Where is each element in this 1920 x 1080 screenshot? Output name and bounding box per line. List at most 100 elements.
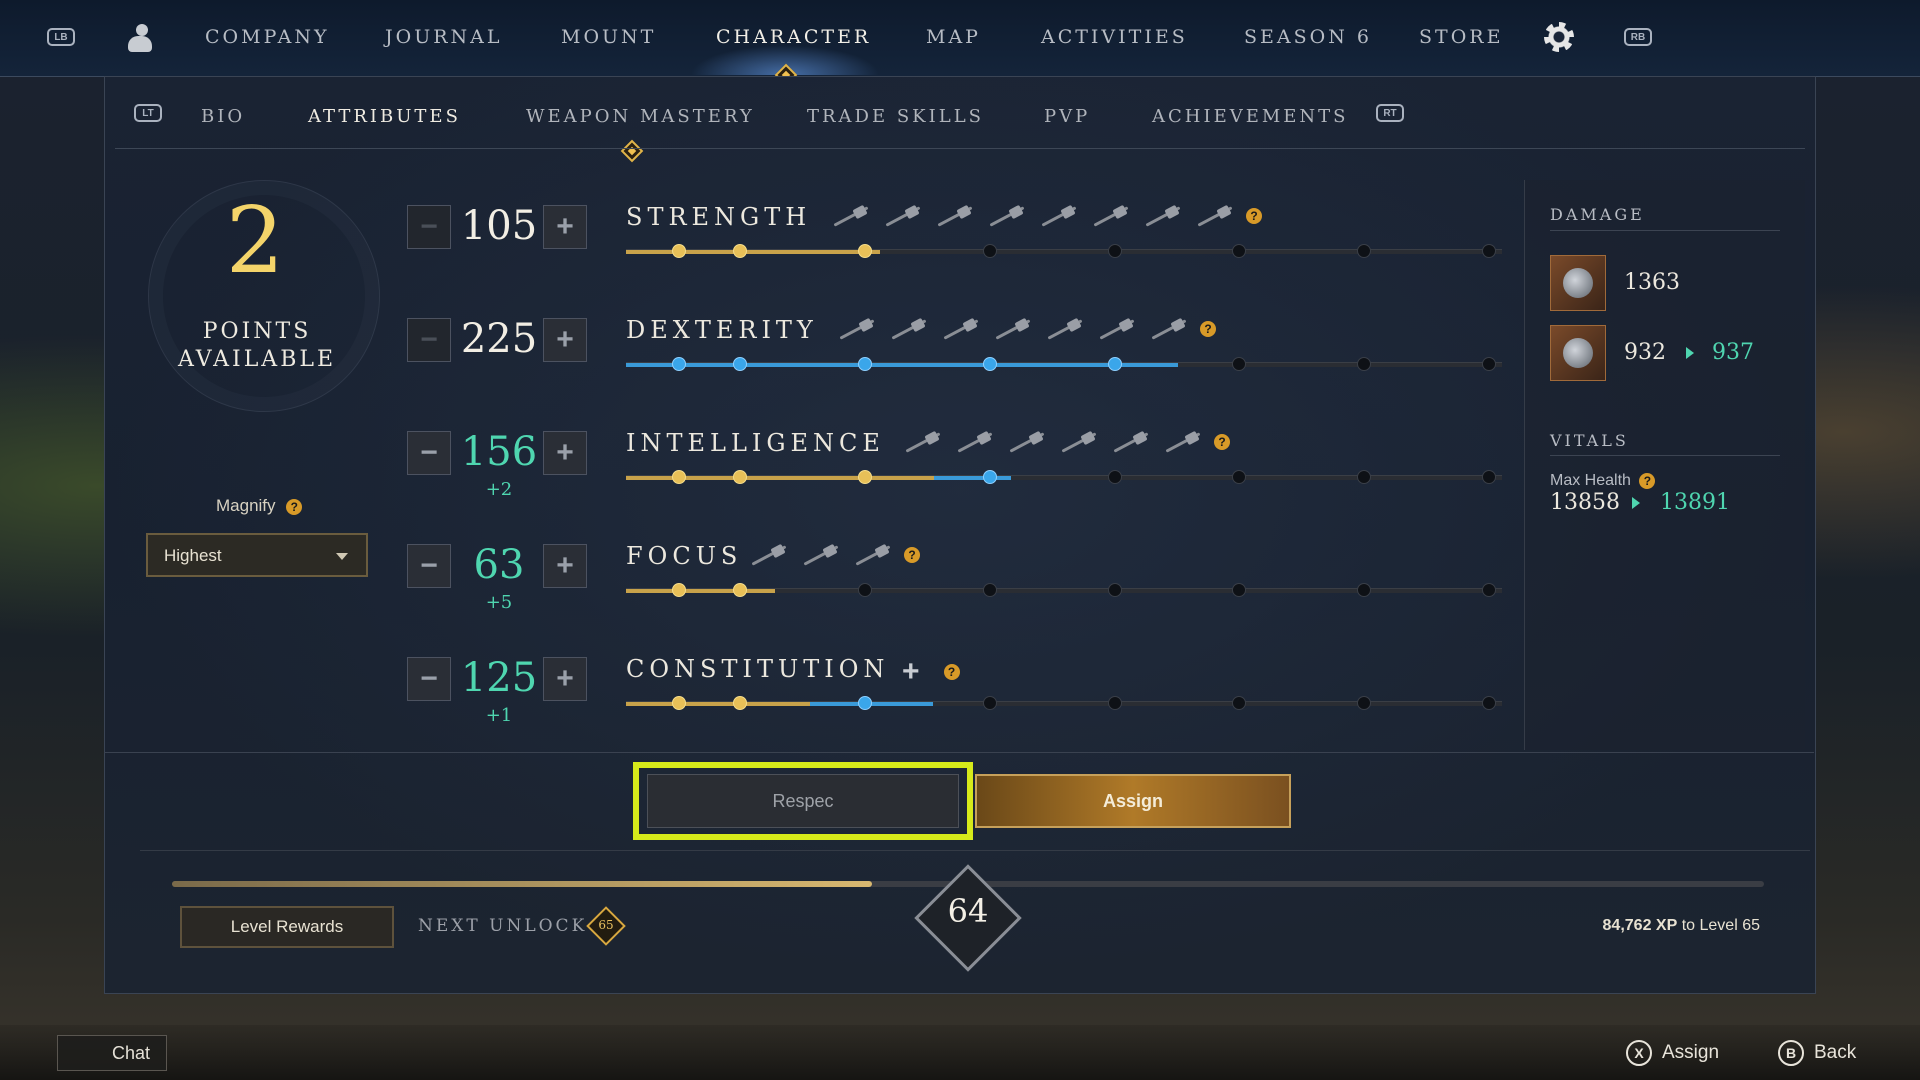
vitals-title: VITALS	[1550, 431, 1629, 450]
focus-help-icon[interactable]: ?	[904, 547, 920, 563]
milestone-node	[733, 244, 747, 258]
increase-arrow-icon	[1632, 497, 1640, 509]
focus-value: 63	[473, 542, 525, 588]
milestone-node	[733, 583, 747, 597]
milestone-node	[1108, 357, 1122, 371]
damage-divider	[1550, 230, 1780, 231]
milestone-node	[858, 470, 872, 484]
dexterity-weapons: ?	[836, 316, 1216, 342]
milestone-node	[1357, 357, 1371, 371]
constitution-value: 125	[460, 655, 538, 701]
subtab-bio[interactable]: BIO	[201, 106, 245, 127]
subtab-pvp[interactable]: PVP	[1044, 106, 1090, 127]
milestone-node	[983, 470, 997, 484]
rb-bumper-icon[interactable]: RB	[1624, 28, 1652, 46]
subnav-divider	[115, 148, 1805, 149]
weapon-icon	[940, 316, 982, 342]
subtab-attributes[interactable]: ATTRIBUTES	[308, 106, 461, 127]
lb-bumper-icon[interactable]: LB	[47, 28, 75, 46]
weapon-icon	[1090, 203, 1132, 229]
rt-trigger-icon[interactable]: RT	[1376, 104, 1404, 122]
milestone-node	[1357, 583, 1371, 597]
respec-button[interactable]: Respec	[647, 774, 959, 828]
magnify-select[interactable]: Highest	[146, 533, 368, 577]
milestone-node	[1232, 357, 1246, 371]
constitution-decrease-button[interactable]: −	[407, 657, 451, 701]
b-button-icon: B	[1778, 1040, 1804, 1066]
focus-increase-button[interactable]: +	[543, 544, 587, 588]
milestone-node	[1482, 357, 1496, 371]
tab-activities[interactable]: ACTIVITIES	[1041, 26, 1188, 48]
tab-company[interactable]: COMPANY	[205, 26, 330, 48]
strength-increase-button[interactable]: +	[543, 205, 587, 249]
settings-gear-icon[interactable]	[1544, 22, 1574, 52]
intelligence-increase-button[interactable]: +	[543, 431, 587, 475]
back-hint[interactable]: B Back	[1778, 1040, 1856, 1066]
strength-progress-track	[626, 244, 1502, 258]
dexterity-help-icon[interactable]: ?	[1200, 321, 1216, 337]
assign-button[interactable]: Assign	[975, 774, 1291, 828]
focus-weapons: ?	[748, 542, 920, 568]
social-icon[interactable]	[124, 22, 156, 54]
milestone-node	[858, 244, 872, 258]
tab-store[interactable]: STORE	[1419, 26, 1503, 48]
max-health-value: 13858	[1550, 490, 1620, 515]
current-level: 64	[947, 892, 989, 930]
milestone-node	[1108, 244, 1122, 258]
weapon-icon	[888, 316, 930, 342]
milestone-node	[672, 696, 686, 710]
dexterity-decrease-button[interactable]: −	[407, 318, 451, 362]
milestone-node	[983, 244, 997, 258]
dexterity-increase-button[interactable]: +	[543, 318, 587, 362]
milestone-node	[983, 696, 997, 710]
milestone-node	[858, 696, 872, 710]
dexterity-value: 225	[460, 316, 538, 362]
tab-mount[interactable]: MOUNT	[561, 26, 656, 48]
max-health-help-icon[interactable]: ?	[1639, 473, 1656, 489]
plus-icon: +	[556, 549, 574, 582]
subtab-trade-skills[interactable]: TRADE SKILLS	[807, 106, 984, 127]
xp-to-next-level: 84,762 XP to Level 65	[1602, 917, 1760, 934]
magnify-help-icon[interactable]: ?	[286, 499, 303, 515]
strength-decrease-button[interactable]: −	[407, 205, 451, 249]
buttons-divider	[104, 752, 1814, 753]
next-unlock-level: 65	[598, 918, 614, 932]
milestone-node	[672, 357, 686, 371]
level-rewards-button[interactable]: Level Rewards	[180, 906, 394, 948]
constitution-weapons: +?	[902, 655, 960, 689]
intelligence-bonus: +2	[485, 479, 513, 500]
weapon-icon	[1058, 429, 1100, 455]
subtab-weapon-mastery[interactable]: WEAPON MASTERY	[526, 106, 755, 127]
magnify-selected-value: Highest	[164, 546, 222, 565]
constitution-help-icon[interactable]: ?	[943, 664, 960, 680]
plus-icon: +	[556, 323, 574, 356]
subtab-achievements[interactable]: ACHIEVEMENTS	[1152, 106, 1349, 127]
focus-progress-fill	[626, 589, 775, 593]
chat-button[interactable]: Chat	[57, 1035, 167, 1071]
milestone-node	[733, 470, 747, 484]
tab-map[interactable]: MAP	[926, 26, 981, 48]
intelligence-help-icon[interactable]: ?	[1214, 434, 1230, 450]
weapon-icon	[882, 203, 924, 229]
strength-value: 105	[460, 203, 538, 249]
points-available-label: POINTS AVAILABLE	[177, 319, 337, 372]
assign-hint[interactable]: X Assign	[1626, 1040, 1719, 1066]
tab-character[interactable]: CHARACTER	[716, 26, 871, 48]
constitution-increase-button[interactable]: +	[543, 657, 587, 701]
dexterity-progress-track	[626, 357, 1502, 371]
milestone-node	[1108, 583, 1122, 597]
milestone-node	[858, 583, 872, 597]
intelligence-decrease-button[interactable]: −	[407, 431, 451, 475]
tab-journal[interactable]: JOURNAL	[385, 26, 502, 48]
magnify-label: Magnify ?	[216, 496, 303, 516]
points-available-value: 2	[225, 187, 285, 294]
tab-season[interactable]: SEASON 6	[1244, 26, 1372, 48]
weapon-2-icon	[1550, 325, 1606, 381]
weapon-icon	[934, 203, 976, 229]
weapon-icon	[1038, 203, 1080, 229]
lt-trigger-icon[interactable]: LT	[134, 104, 162, 122]
focus-decrease-button[interactable]: −	[407, 544, 451, 588]
strength-help-icon[interactable]: ?	[1246, 208, 1262, 224]
max-health-new-value: 13891	[1660, 490, 1730, 515]
xp-progress-fill	[172, 881, 873, 887]
